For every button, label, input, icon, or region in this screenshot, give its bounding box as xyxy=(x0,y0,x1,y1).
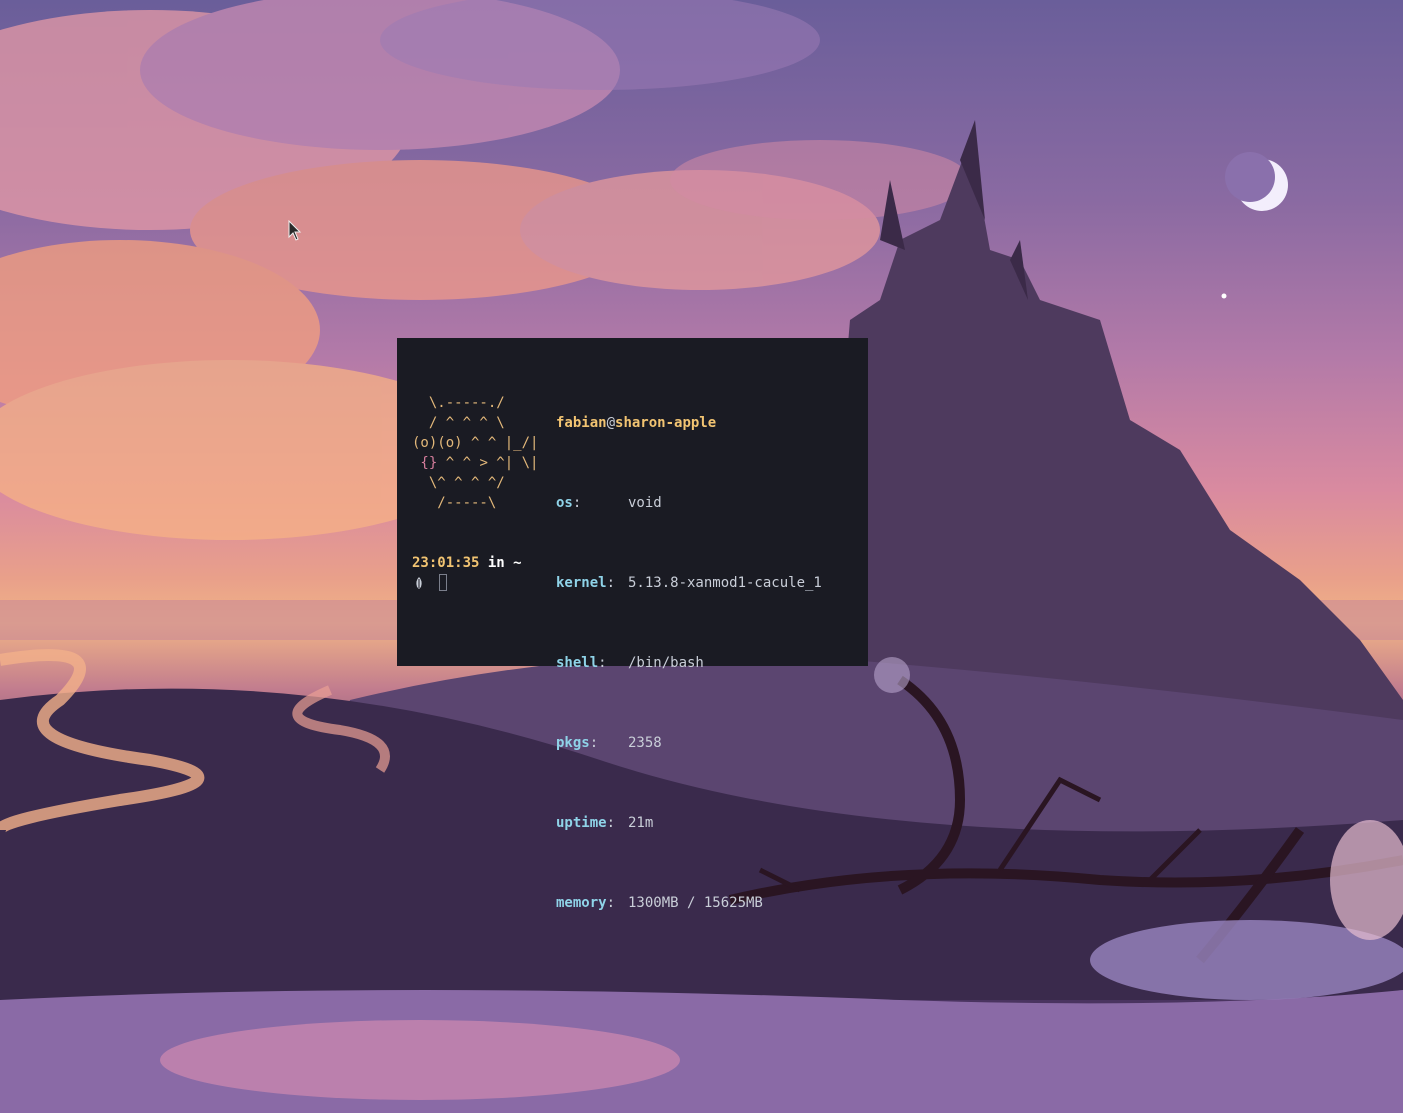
info-value: 21m xyxy=(628,815,654,831)
info-row-os: os: void xyxy=(556,493,716,513)
info-key: uptime xyxy=(556,815,607,831)
ascii-line-rest: ^ ^ > ^| \| xyxy=(437,455,539,471)
username: fabian xyxy=(556,415,607,431)
ascii-logo: \.-----./ / ^ ^ ^ \ (o)(o) ^ ^ |_/| {} ^ … xyxy=(412,393,538,513)
info-key: memory xyxy=(556,895,607,911)
shell-prompt: 23:01:35 in ~ xyxy=(412,553,522,573)
info-value: void xyxy=(628,495,662,511)
ascii-line: \^ ^ ^ ^/ xyxy=(412,475,505,491)
info-colon: : xyxy=(572,495,582,511)
info-key: shell xyxy=(556,655,599,671)
info-row-uptime: uptime: 21m xyxy=(556,813,716,833)
system-info: fabian@sharon-apple os: void kernel: 5.13.… xyxy=(556,373,822,953)
ascii-line: {} ^ ^ > ^| \| xyxy=(412,453,538,473)
info-colon: : xyxy=(606,815,616,831)
info-value: 2358 xyxy=(628,735,662,751)
user-host: fabian@sharon-apple xyxy=(556,413,716,433)
info-colon: : xyxy=(606,575,616,591)
info-key: kernel xyxy=(556,575,607,591)
mouse-cursor-icon xyxy=(288,220,302,241)
leaf-icon xyxy=(416,577,422,589)
info-key: pkgs xyxy=(556,735,590,751)
info-value: /bin/bash xyxy=(628,655,704,671)
ascii-line: / ^ ^ ^ \ xyxy=(412,415,505,431)
info-value: 1300MB / 15625MB xyxy=(628,895,763,911)
info-colon: : xyxy=(606,895,616,911)
info-row-kernel: kernel: 5.13.8-xanmod1-cacule_1 xyxy=(556,573,822,593)
prompt-time: 23:01:35 xyxy=(412,555,480,571)
hostname: sharon-apple xyxy=(615,415,717,431)
info-row-pkgs: pkgs: 2358 xyxy=(556,733,716,753)
info-row-shell: shell: /bin/bash xyxy=(556,653,716,673)
info-key: os xyxy=(556,495,573,511)
ascii-brace: {} xyxy=(412,455,438,471)
ascii-line: \.-----./ xyxy=(412,395,505,411)
ascii-line: /-----\ xyxy=(412,495,497,511)
ascii-line: (o)(o) ^ ^ |_/| xyxy=(412,435,539,451)
prompt-in: in xyxy=(487,555,505,571)
at-sign: @ xyxy=(606,415,616,431)
info-row-memory: memory: 1300MB / 15625MB xyxy=(556,893,763,913)
prompt-cwd: ~ xyxy=(513,555,522,571)
text-cursor[interactable] xyxy=(439,574,447,591)
info-colon: : xyxy=(598,655,607,671)
info-colon: : xyxy=(589,735,599,751)
info-value: 5.13.8-xanmod1-cacule_1 xyxy=(628,575,822,591)
moon-icon xyxy=(1225,152,1288,211)
terminal-window[interactable]: \.-----./ / ^ ^ ^ \ (o)(o) ^ ^ |_/| {} ^ … xyxy=(397,338,868,911)
